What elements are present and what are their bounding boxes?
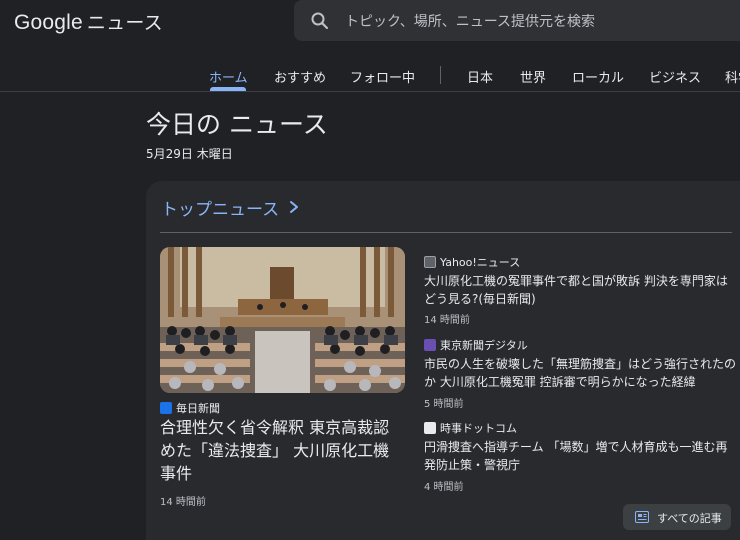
tab-for-you[interactable]: おすすめ [274, 67, 326, 86]
top-bar: Google ニュース トピック、場所、ニュース提供元を検索 [0, 0, 740, 44]
tokyo-shimbun-logo-icon [424, 339, 436, 351]
search-input[interactable]: トピック、場所、ニュース提供元を検索 [345, 11, 595, 31]
all-articles-label: すべての記事 [657, 512, 722, 525]
tab-following[interactable]: フォロー中 [350, 67, 415, 86]
page-date: 5月29日 木曜日 [146, 147, 233, 161]
search-icon[interactable] [310, 11, 330, 31]
article-3-headline[interactable]: 円滑捜査へ指導チーム 「場数」増で人材育成も一進む再発防止策・警視庁 [424, 438, 736, 474]
section-nav: ホーム おすすめ フォロー中 日本 世界 ローカル ビジネス 科学 [0, 55, 740, 92]
search-bar[interactable]: トピック、場所、ニュース提供元を検索 [294, 0, 740, 41]
tab-home[interactable]: ホーム [209, 67, 248, 86]
article-2-source[interactable]: 東京新聞デジタル [440, 337, 528, 353]
courtroom-photo [160, 247, 405, 393]
article-3-source[interactable]: 時事ドットコム [440, 420, 517, 436]
article-1-time: 14 時間前 [424, 315, 470, 326]
tab-science[interactable]: 科学 [725, 67, 740, 86]
tab-local[interactable]: ローカル [572, 67, 624, 86]
article-1-source[interactable]: Yahoo!ニュース [440, 254, 520, 270]
app-logo[interactable]: Google ニュース [14, 8, 163, 35]
hero-source[interactable]: 毎日新聞 [176, 400, 220, 416]
hero-image[interactable] [160, 247, 405, 393]
page-title: 今日の ニュース [146, 110, 328, 139]
article-2-time: 5 時間前 [424, 399, 464, 410]
nav-divider [440, 66, 441, 84]
article-1-headline[interactable]: 大川原化工機の冤罪事件で都と国が敗訴 判決を専門家はどう見る?(毎日新聞) [424, 272, 736, 308]
article-2-headline[interactable]: 市民の人生を破壊した「無理筋捜査」はどう強行されたのか 大川原化工機冤罪 控訴審… [424, 355, 736, 391]
hero-headline[interactable]: 合理性欠く省令解釈 東京高裁認めた「違法捜査」 大川原化工機事件 [160, 416, 400, 485]
article-3-time: 4 時間前 [424, 482, 464, 493]
all-articles-button[interactable]: すべての記事 [623, 504, 731, 530]
logo-google-text: Google [14, 11, 83, 34]
hero-time: 14 時間前 [160, 497, 206, 508]
tab-business[interactable]: ビジネス [649, 67, 701, 86]
card-divider [160, 232, 732, 233]
logo-news-text: ニュース [86, 12, 163, 34]
chevron-right-icon[interactable] [288, 199, 300, 215]
yahoo-news-logo-icon [424, 256, 436, 268]
all-articles-icon [635, 511, 649, 523]
mainichi-logo-icon [160, 402, 172, 414]
tab-world[interactable]: 世界 [520, 67, 546, 86]
top-news-title[interactable]: トップニュース [161, 195, 279, 220]
jiji-logo-icon [424, 422, 436, 434]
tab-japan[interactable]: 日本 [467, 67, 493, 86]
active-tab-indicator [210, 87, 246, 91]
